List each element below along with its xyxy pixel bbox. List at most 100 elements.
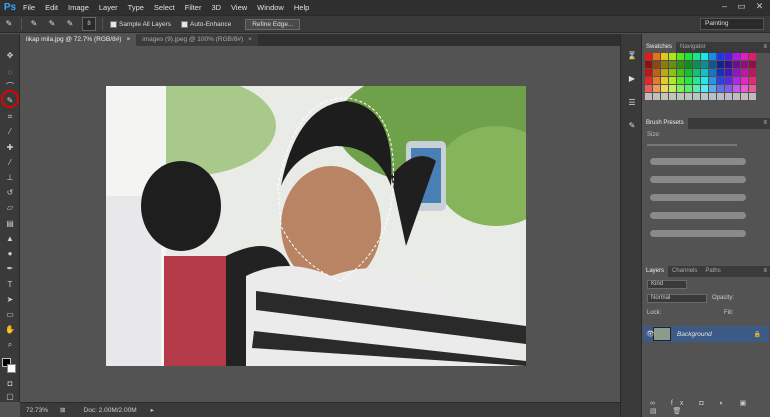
healing-brush-tool-icon[interactable]: ✚ — [3, 142, 17, 154]
new-selection-icon[interactable]: ✎ — [28, 18, 40, 30]
color-swatch[interactable] — [749, 53, 756, 60]
color-swatch[interactable] — [733, 77, 740, 84]
color-swatch[interactable] — [677, 69, 684, 76]
brush-preset[interactable] — [650, 212, 746, 219]
color-swatch[interactable] — [653, 85, 660, 92]
panel-menu-icon[interactable]: ≡ — [763, 266, 767, 277]
brush-size-slider[interactable] — [647, 144, 737, 146]
auto-enhance-checkbox[interactable] — [181, 20, 189, 28]
color-swatch[interactable] — [701, 61, 708, 68]
brush-preset[interactable] — [650, 230, 746, 237]
color-swatch[interactable] — [669, 93, 676, 100]
color-swatch[interactable] — [717, 77, 724, 84]
color-swatch[interactable] — [685, 69, 692, 76]
color-swatch[interactable] — [701, 85, 708, 92]
canvas-area[interactable] — [20, 46, 620, 402]
color-swatch[interactable] — [741, 61, 748, 68]
color-swatch[interactable] — [709, 53, 716, 60]
sample-all-layers-checkbox[interactable] — [110, 20, 117, 28]
color-swatch[interactable] — [741, 77, 748, 84]
workspace-select[interactable]: Painting — [700, 18, 764, 30]
color-swatch[interactable] — [677, 53, 684, 60]
color-swatch[interactable] — [741, 69, 748, 76]
color-swatch[interactable] — [709, 93, 716, 100]
color-swatch[interactable] — [709, 85, 716, 92]
color-swatch[interactable] — [685, 61, 692, 68]
color-swatch[interactable] — [725, 69, 732, 76]
tab-swatches[interactable]: Swatches — [642, 42, 677, 53]
color-swatch[interactable] — [645, 69, 652, 76]
color-swatch[interactable] — [653, 69, 660, 76]
color-swatch[interactable] — [725, 61, 732, 68]
brush-size-picker[interactable]: 8 — [82, 17, 96, 31]
menu-window[interactable]: Window — [252, 0, 289, 15]
history-panel-icon[interactable]: ⌛ — [625, 49, 639, 63]
color-swatch[interactable] — [685, 85, 692, 92]
color-swatch[interactable] — [733, 85, 740, 92]
color-swatch[interactable] — [725, 77, 732, 84]
menu-type[interactable]: Type — [123, 0, 149, 15]
layer-filter-kind[interactable]: Kind — [647, 280, 687, 289]
tab-likap-mila[interactable]: likap mila.jpg @ 72.7% (RGB/8#) × — [20, 34, 137, 46]
color-swatch[interactable] — [653, 53, 660, 60]
color-swatch[interactable] — [749, 77, 756, 84]
color-swatch[interactable] — [701, 53, 708, 60]
color-swatch[interactable] — [693, 61, 700, 68]
color-swatch[interactable] — [645, 77, 652, 84]
eraser-tool-icon[interactable]: ▱ — [3, 202, 17, 214]
menu-view[interactable]: View — [226, 0, 252, 15]
quick-selection-preset-icon[interactable]: ✎ — [3, 18, 15, 30]
color-swatch[interactable] — [717, 61, 724, 68]
menu-3d[interactable]: 3D — [206, 0, 226, 15]
shape-tool-icon[interactable]: ▭ — [3, 309, 17, 321]
color-swatch[interactable] — [709, 61, 716, 68]
blur-tool-icon[interactable]: ▲ — [3, 233, 17, 245]
color-swatch[interactable] — [733, 69, 740, 76]
brush-preset[interactable] — [650, 158, 746, 165]
color-swatch[interactable] — [693, 85, 700, 92]
color-swatch[interactable] — [645, 61, 652, 68]
menu-select[interactable]: Select — [149, 0, 180, 15]
color-swatch[interactable] — [677, 93, 684, 100]
crop-tool-icon[interactable]: ⌗ — [3, 111, 17, 123]
color-swatch[interactable] — [645, 93, 652, 100]
color-swatch[interactable] — [685, 53, 692, 60]
color-swatch[interactable] — [653, 77, 660, 84]
eyedropper-tool-icon[interactable]: ⁄ — [3, 126, 17, 138]
menu-layer[interactable]: Layer — [94, 0, 123, 15]
marquee-tool-icon[interactable]: ◌ — [3, 67, 17, 79]
character-panel-icon[interactable]: ✎ — [625, 119, 639, 133]
panel-menu-icon[interactable]: ≡ — [763, 118, 767, 129]
color-swatch[interactable] — [741, 53, 748, 60]
quick-mask-icon[interactable]: ◘ — [3, 378, 17, 390]
color-swatch[interactable] — [661, 69, 668, 76]
tab-channels[interactable]: Channels — [668, 266, 701, 277]
color-swatch[interactable] — [661, 53, 668, 60]
layer-background[interactable]: 👁 Background 🔒 — [643, 326, 769, 342]
menu-help[interactable]: Help — [289, 0, 314, 15]
pen-tool-icon[interactable]: ✒ — [3, 263, 17, 275]
tab-brush-presets[interactable]: Brush Presets — [642, 118, 688, 129]
document-photo[interactable] — [106, 86, 526, 366]
close-tab-icon[interactable]: × — [248, 34, 252, 46]
maximize-button[interactable]: ▭ — [735, 0, 748, 13]
tab-navigator[interactable]: Navigator — [676, 42, 710, 53]
screen-mode-icon[interactable]: ▢ — [3, 391, 17, 403]
zoom-tool-icon[interactable]: ⌕ — [3, 339, 17, 351]
status-arrow-icon[interactable]: ▸ — [151, 406, 154, 414]
color-swatch[interactable] — [677, 61, 684, 68]
color-swatch[interactable] — [661, 77, 668, 84]
color-swatch[interactable] — [669, 53, 676, 60]
dodge-tool-icon[interactable]: ● — [3, 248, 17, 260]
gradient-tool-icon[interactable]: ▤ — [3, 218, 17, 230]
properties-panel-icon[interactable]: ☰ — [625, 96, 639, 110]
swatch-grid[interactable] — [645, 53, 761, 105]
color-swatch[interactable] — [701, 69, 708, 76]
color-swatch[interactable] — [693, 77, 700, 84]
color-swatch[interactable] — [733, 93, 740, 100]
color-swatch[interactable] — [669, 77, 676, 84]
brush-tool-icon[interactable]: ⁄ — [3, 157, 17, 169]
color-swatch[interactable] — [749, 61, 756, 68]
color-swatch[interactable] — [709, 77, 716, 84]
blend-mode-select[interactable]: Normal — [647, 294, 707, 303]
